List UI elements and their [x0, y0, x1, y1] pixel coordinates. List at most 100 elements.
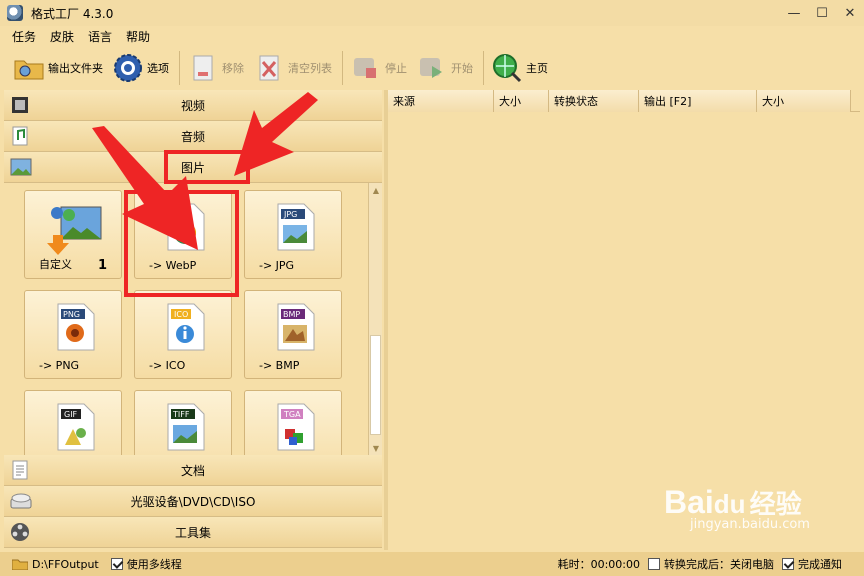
options-button[interactable]: 选项 — [113, 50, 169, 86]
scroll-down-icon[interactable]: ▼ — [369, 441, 382, 455]
output-folder-button[interactable]: 输出文件夹 — [14, 50, 103, 86]
clear-list-icon — [254, 53, 284, 83]
custom-format-icon — [43, 199, 105, 255]
task-list: 来源 大小 转换状态 输出 [F2] 大小 — [388, 90, 860, 550]
home-globe-icon — [492, 53, 522, 83]
category-tools[interactable]: 工具集 — [4, 517, 382, 548]
category-optical[interactable]: 光驱设备\DVD\CD\ISO — [4, 486, 382, 517]
column-status[interactable]: 转换状态 — [549, 90, 639, 112]
tile-tga-badge: TGA — [283, 410, 301, 419]
tile-jpg-badge: JPG — [283, 210, 297, 219]
tile-ico-label: -> ICO — [149, 359, 186, 372]
stop-icon — [351, 53, 381, 83]
category-optical-label: 光驱设备\DVD\CD\ISO — [130, 494, 256, 509]
remove-label: 移除 — [222, 62, 244, 75]
tga-file-icon: TGA — [275, 403, 315, 451]
options-gear-icon — [113, 53, 143, 83]
webp-chrome-icon: WebP — [163, 203, 205, 251]
tile-jpg-label: -> JPG — [259, 259, 295, 272]
toolbar-separator — [342, 51, 343, 85]
tile-png[interactable]: PNG -> PNG — [24, 290, 122, 379]
toolbar: 输出文件夹 选项 移除 清空列表 停止 开始 主页 — [0, 48, 864, 88]
tile-ico[interactable]: ICO -> ICO — [134, 290, 232, 379]
category-audio[interactable]: 音频 — [4, 121, 382, 152]
tile-bmp[interactable]: BMP -> BMP — [244, 290, 342, 379]
toolbar-separator — [179, 51, 180, 85]
stop-button[interactable]: 停止 — [351, 50, 407, 86]
menu-language[interactable]: 语言 — [88, 28, 112, 45]
tiff-file-icon: TIFF — [165, 403, 205, 451]
window-title: 格式工厂 4.3.0 — [31, 6, 114, 21]
tile-custom[interactable]: 自定义 1 — [24, 190, 122, 279]
column-output-size[interactable]: 大小 — [757, 90, 851, 112]
home-button[interactable]: 主页 — [492, 50, 548, 86]
menu-bar: 任务 皮肤 语言 帮助 — [0, 26, 864, 46]
column-source[interactable]: 来源 — [388, 90, 494, 112]
watermark-brand-mark: du — [713, 489, 746, 519]
tile-webp[interactable]: WebP -> WebP — [134, 190, 232, 279]
status-bar: D:\FFOutput 使用多线程 耗时：00:00:00 转换完成后：关闭电脑… — [0, 552, 864, 576]
tile-jpg[interactable]: JPG -> JPG — [244, 190, 342, 279]
app-logo-icon — [7, 5, 23, 21]
tile-gif-badge: GIF — [64, 410, 78, 419]
bmp-file-icon: BMP — [275, 303, 315, 351]
start-button[interactable]: 开始 — [417, 50, 473, 86]
minimize-button[interactable]: — — [780, 0, 808, 26]
watermark-brand: Bai — [664, 484, 714, 520]
notify-label: 完成通知 — [798, 558, 842, 571]
after-done-label: 转换完成后：关闭电脑 — [664, 558, 774, 571]
watermark-brand-cn: 经验 — [749, 490, 802, 520]
tile-custom-count: 1 — [97, 258, 107, 273]
home-label: 主页 — [526, 62, 548, 75]
multithread-label: 使用多线程 — [126, 558, 182, 571]
multithread-checkbox[interactable] — [110, 558, 123, 570]
column-size[interactable]: 大小 — [494, 90, 549, 112]
ico-file-icon: ICO — [165, 303, 205, 351]
gif-file-icon: GIF — [55, 403, 95, 451]
tile-custom-label: 自定义 — [39, 258, 72, 271]
clear-list-button[interactable]: 清空列表 — [254, 50, 332, 86]
category-video[interactable]: 视频 — [4, 90, 382, 121]
tile-tiff-badge: TIFF — [172, 410, 190, 419]
after-done-checkbox[interactable] — [648, 558, 660, 570]
close-button[interactable]: ✕ — [836, 0, 864, 26]
scroll-thumb[interactable] — [370, 335, 381, 435]
output-path[interactable]: D:\FFOutput — [32, 558, 99, 571]
menu-skin[interactable]: 皮肤 — [50, 28, 74, 45]
tile-tga[interactable]: TGA — [244, 390, 342, 455]
start-icon — [417, 53, 447, 83]
picture-icon — [10, 157, 32, 177]
column-output[interactable]: 输出 [F2] — [639, 90, 757, 112]
jpg-file-icon: JPG — [275, 203, 315, 251]
category-document-label: 文档 — [180, 463, 205, 478]
disc-drive-icon — [10, 491, 32, 511]
menu-task[interactable]: 任务 — [12, 28, 36, 45]
scroll-up-icon[interactable]: ▲ — [369, 183, 382, 197]
music-note-icon — [10, 126, 30, 146]
tile-png-label: -> PNG — [39, 359, 80, 372]
remove-button[interactable]: 移除 — [188, 50, 244, 86]
tile-bmp-badge: BMP — [283, 310, 300, 319]
stop-label: 停止 — [385, 62, 407, 75]
category-tools-label: 工具集 — [174, 525, 211, 540]
tile-gif[interactable]: GIF — [24, 390, 122, 455]
menu-help[interactable]: 帮助 — [126, 28, 150, 45]
category-document[interactable]: 文档 — [4, 455, 382, 486]
tile-tiff[interactable]: TIFF — [134, 390, 232, 455]
notify-checkbox[interactable] — [782, 558, 794, 570]
tools-reel-icon — [10, 522, 30, 542]
folder-icon — [14, 53, 44, 83]
elapsed-time: 耗时：00:00:00 — [557, 558, 640, 571]
output-folder-small-icon — [11, 558, 29, 571]
maximize-button[interactable]: ☐ — [808, 0, 836, 26]
category-panel: 视频 音频 图片 自定义 1 WebP -> WebP JPG -> JPG P… — [4, 90, 382, 550]
start-label: 开始 — [451, 62, 473, 75]
tile-webp-label: -> WebP — [149, 259, 197, 272]
tile-bmp-label: -> BMP — [259, 359, 300, 372]
category-image-label: 图片 — [180, 160, 205, 175]
category-image[interactable]: 图片 — [4, 152, 382, 183]
category-video-label: 视频 — [180, 98, 205, 113]
grid-scrollbar[interactable]: ▲ ▼ — [368, 183, 382, 455]
png-file-icon: PNG — [55, 303, 95, 351]
tile-ico-badge: ICO — [174, 310, 188, 319]
